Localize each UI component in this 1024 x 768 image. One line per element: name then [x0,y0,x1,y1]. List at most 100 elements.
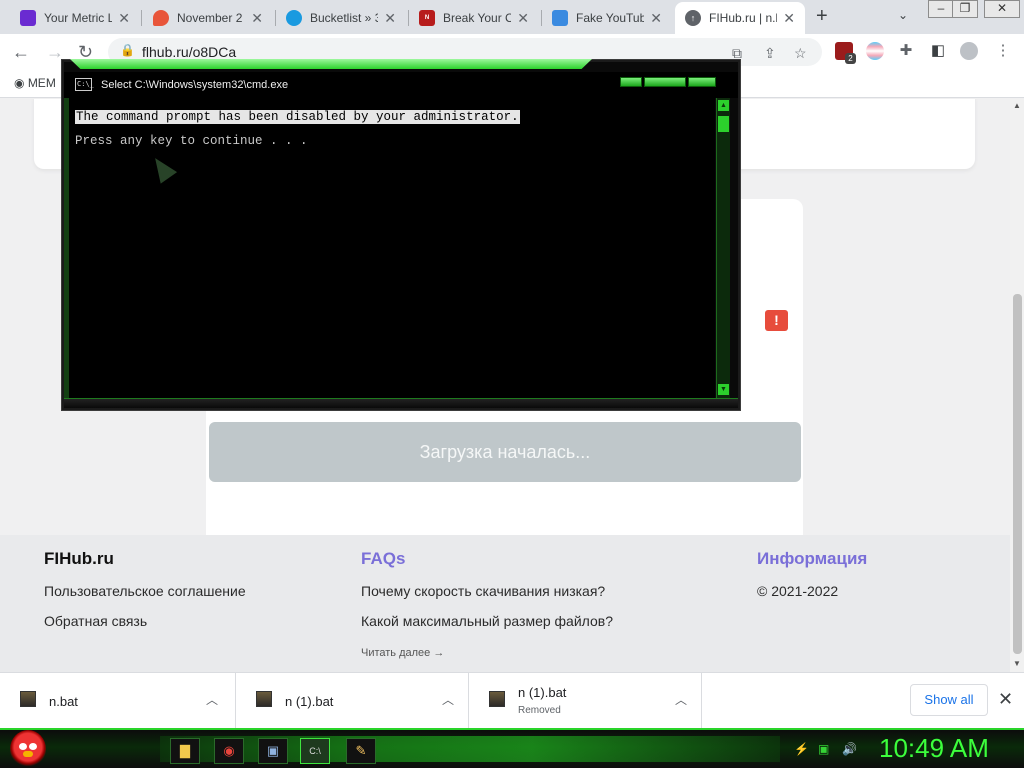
chrome-icon[interactable]: ◉ [214,738,244,764]
tab-title: Bucketlist » 3 [310,11,379,25]
footer-link-speed[interactable]: Почему скорость скачивания низкая? [361,583,613,599]
tab-5[interactable]: Fake YouTub ✕ [542,2,672,34]
window-frame-glow [70,59,592,69]
cmd-title: Select C:\Windows\system32\cmd.exe [101,79,289,91]
minimize-button[interactable]: – [928,0,954,18]
footer-heading: Информация [757,549,868,568]
star-icon[interactable]: ☆ [794,45,807,62]
new-tab-button[interactable]: + [816,5,828,28]
side-panel-icon[interactable]: ◧ [929,42,947,60]
menu-kebab-icon[interactable]: ⋮ [994,42,1012,60]
cmd-close-button[interactable] [688,77,716,87]
scroll-up-icon[interactable]: ▲ [1013,101,1021,110]
puzzle-extensions-icon[interactable]: ✚ [897,42,915,60]
footer-link-terms[interactable]: Пользовательское соглашение [44,583,246,599]
chevron-up-icon[interactable]: ︿ [675,691,687,708]
footer-column-site: FIHub.ru Пользовательское соглашение Обр… [44,549,246,643]
back-arrow-icon[interactable]: ← [12,42,30,63]
download-filename: n (1).bat [285,694,334,709]
extension-badge: 2 [845,53,856,64]
download-status: Removed [518,705,561,716]
eye-icon [29,743,37,750]
cmd-minimize-button[interactable] [620,77,642,87]
network-tray-icon[interactable]: ▣ [818,742,829,756]
batch-file-icon [489,691,505,707]
tab-title: Break Your C [443,11,512,25]
download-filename: n.bat [49,694,78,709]
cmd-taskbar-icon[interactable]: C:\ [300,738,330,764]
paint-icon[interactable]: ✎ [346,738,376,764]
close-icon[interactable]: ✕ [251,10,263,27]
tab-3[interactable]: Bucketlist » 3 ✕ [276,2,406,34]
close-window-button[interactable]: ✕ [984,0,1020,18]
batch-file-icon [256,691,272,707]
battery-icon[interactable]: ⚡ [794,742,809,756]
chevron-up-icon[interactable]: ︿ [442,691,454,708]
page-scrollbar[interactable]: ▲ ▼ [1010,99,1024,672]
footer-column-faq: FAQs Почему скорость скачивания низкая? … [361,549,613,661]
news-favicon-icon: N [419,10,435,26]
taskbar-clock[interactable]: 10:49 AM [879,733,989,764]
tab-title: Fake YouTub [576,11,645,25]
scroll-up-icon[interactable]: ▲ [718,100,729,111]
tab-title: November 2 [177,11,243,25]
show-all-button[interactable]: Show all [910,684,988,716]
document-favicon-icon [552,10,568,26]
footer-link-size[interactable]: Какой максимальный размер файлов? [361,613,613,629]
url-text[interactable]: flhub.ru/o8DCa [142,44,236,60]
network-tool-icon[interactable]: ▣ [258,738,288,764]
cmd-icon: C:\_ [75,78,94,91]
close-icon[interactable]: ✕ [517,10,529,27]
bookmark-label: MEM [27,76,56,90]
console-scrollbar[interactable]: ▲ ▼ [716,98,730,398]
bookmark-mem[interactable]: ◉ MEM [14,76,56,90]
footer-link-read-more[interactable]: Читать далее → [361,647,444,659]
console-output[interactable]: The command prompt has been disabled by … [69,98,715,398]
warning-icon[interactable]: ! [765,310,788,331]
close-icon[interactable]: ✕ [650,10,662,27]
close-icon[interactable]: ✕ [118,10,130,27]
download-status-button[interactable]: Загрузка началась... [209,422,801,482]
scroll-down-icon[interactable]: ▼ [1013,659,1021,668]
console-line-disabled: The command prompt has been disabled by … [75,110,520,124]
taskbar-glow [160,736,780,762]
cloud-upload-favicon-icon: ↑ [685,10,701,26]
flag-extension-icon[interactable] [866,42,884,60]
scroll-thumb[interactable] [1013,294,1022,654]
tab-4[interactable]: N Break Your C ✕ [409,2,539,34]
tab-2[interactable]: November 2 ✕ [143,2,273,34]
share-icon[interactable]: ⇪ [764,45,776,62]
close-icon[interactable]: ✕ [384,10,396,27]
cmd-bottom-frame [64,398,738,408]
scroll-down-icon[interactable]: ▼ [718,384,729,395]
restore-button[interactable]: ❐ [952,0,978,18]
tab-1[interactable]: Your Metric L ✕ [10,2,140,34]
download-item[interactable]: n (1).bat ︿ [236,673,469,729]
download-item[interactable]: n (1).bat Removed ︿ [469,673,702,729]
lock-icon[interactable]: 🔒 [120,43,135,57]
cmd-window[interactable]: C:\_ Select C:\Windows\system32\cmd.exe … [62,59,740,410]
tab-search-chevron-icon[interactable]: ⌄ [898,8,908,22]
footer-link-feedback[interactable]: Обратная связь [44,613,246,629]
file-explorer-icon[interactable]: ▇ [170,738,200,764]
metric-favicon-icon [20,10,36,26]
download-item[interactable]: n.bat ︿ [0,673,236,729]
shield-favicon-icon [153,10,169,26]
eye-icon [19,743,27,750]
scroll-thumb[interactable] [718,116,729,132]
chevron-up-icon[interactable]: ︿ [206,691,218,708]
cmd-titlebar[interactable]: C:\_ Select C:\Windows\system32\cmd.exe [64,72,738,98]
tab-6-active[interactable]: ↑ FIHub.ru | n.b ✕ [675,2,805,34]
start-button[interactable] [10,730,46,768]
profile-avatar[interactable] [960,42,978,60]
footer-column-info: Информация © 2021-2022 [757,549,867,613]
close-icon[interactable]: ✕ [783,10,795,27]
cmd-maximize-button[interactable] [644,77,686,87]
close-shelf-icon[interactable]: ✕ [998,689,1013,710]
batch-file-icon [20,691,36,707]
footer-copyright: © 2021-2022 [757,583,839,599]
console-line-press-key: Press any key to continue . . . [75,134,308,148]
beak-icon [23,751,33,757]
taskbar: ▇ ◉ ▣ C:\ ✎ ⚡ ▣ 🔊 10:49 AM [0,728,1024,768]
volume-icon[interactable]: 🔊 [842,742,857,756]
